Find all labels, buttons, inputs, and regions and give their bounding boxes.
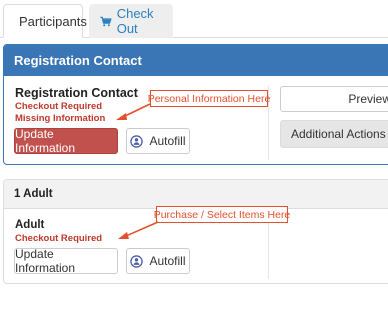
adult-panel-header: 1 Adult: [4, 180, 388, 209]
additional-actions-button[interactable]: Additional Actions: [280, 120, 388, 148]
personal-information-annotation: Personal Information Here: [148, 90, 270, 107]
registration-contact-title: Registration Contact: [15, 86, 138, 100]
user-circle-icon: [130, 134, 144, 148]
adult-column-divider: [268, 217, 269, 279]
missing-information-label: Missing Information: [15, 113, 106, 124]
purchase-select-items-annotation: Purchase / Select Items Here: [154, 206, 290, 223]
adult-title: Adult: [15, 219, 45, 231]
update-information-button[interactable]: Update Information: [14, 127, 118, 155]
adult-autofill-label: Autofill: [149, 254, 186, 268]
tab-check-out-label: Check Out: [116, 6, 154, 36]
registration-contact-header: Registration Contact: [4, 45, 388, 76]
user-circle-icon: [130, 254, 144, 268]
preview-button[interactable]: Preview: [280, 86, 388, 112]
tab-participants-label: Participants: [19, 13, 87, 29]
adult-panel: 1 Adult Adult Checkout Required Update I…: [3, 179, 388, 284]
checkout-required-label: Checkout Required: [15, 101, 103, 112]
tab-bar: Participants Check Out: [0, 0, 388, 38]
tab-check-out[interactable]: Check Out: [89, 4, 173, 38]
cart-icon: [100, 16, 112, 26]
adult-autofill-button[interactable]: Autofill: [126, 248, 190, 274]
tab-participants[interactable]: Participants: [3, 4, 87, 38]
autofill-label: Autofill: [149, 134, 186, 148]
adult-update-information-button[interactable]: Update Information: [14, 247, 118, 275]
autofill-button[interactable]: Autofill: [126, 128, 190, 154]
adult-checkout-required-label: Checkout Required: [15, 233, 103, 244]
